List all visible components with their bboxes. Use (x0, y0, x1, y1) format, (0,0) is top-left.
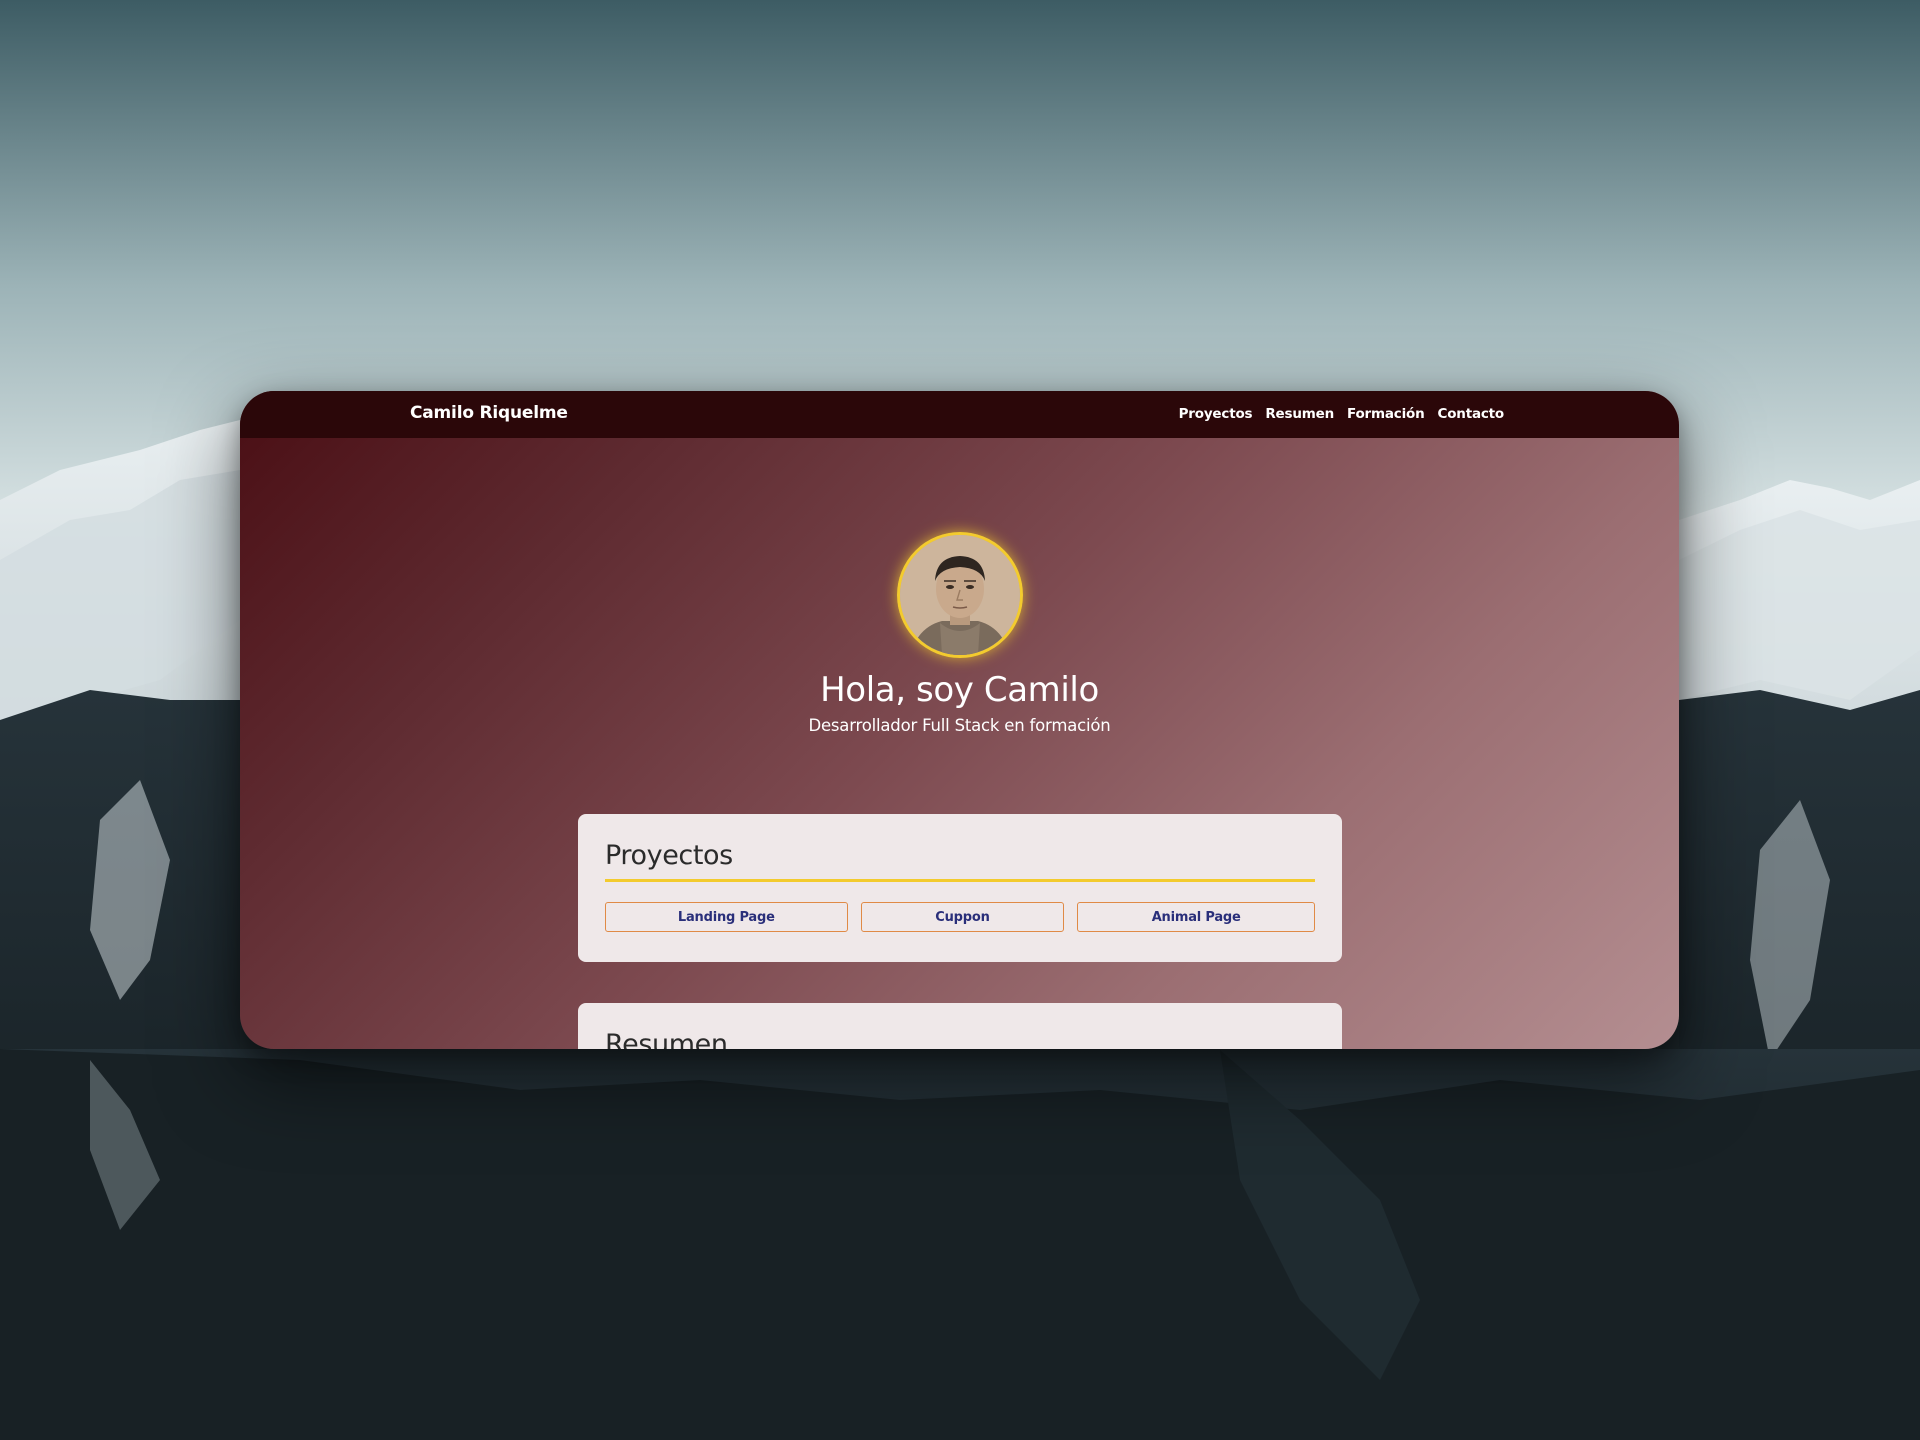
avatar (896, 532, 1023, 658)
nav-link-proyectos[interactable]: Proyectos (1179, 406, 1253, 422)
resumen-card: Resumen (578, 1003, 1342, 1049)
cuppon-button[interactable]: Cuppon (860, 902, 1065, 932)
animal-page-button[interactable]: Animal Page (1077, 902, 1315, 932)
nav-link-resumen[interactable]: Resumen (1265, 406, 1334, 422)
projects-title: Proyectos (605, 840, 1315, 882)
resumen-title: Resumen (605, 1029, 728, 1049)
projects-button-row: Landing Page Cuppon Animal Page (605, 902, 1315, 932)
nav-links: Proyectos Resumen Formación Contacto (1179, 406, 1505, 422)
nav-link-formacion[interactable]: Formación (1347, 406, 1425, 422)
projects-card: Proyectos Landing Page Cuppon Animal Pag… (578, 814, 1342, 962)
hero-title: Hola, soy Camilo (820, 670, 1099, 710)
landing-page-button[interactable]: Landing Page (605, 902, 848, 932)
background-scene: Camilo Riquelme Proyectos Resumen Formac… (0, 0, 1920, 1440)
portfolio-window: Camilo Riquelme Proyectos Resumen Formac… (240, 391, 1679, 1049)
brand-link[interactable]: Camilo Riquelme (410, 403, 568, 423)
hero-subtitle: Desarrollador Full Stack en formación (808, 716, 1111, 735)
profile-photo-image (899, 535, 1020, 655)
hero-section: Hola, soy Camilo Desarrollador Full Stac… (240, 532, 1679, 735)
navbar: Camilo Riquelme Proyectos Resumen Formac… (240, 391, 1679, 438)
nav-link-contacto[interactable]: Contacto (1438, 406, 1505, 422)
